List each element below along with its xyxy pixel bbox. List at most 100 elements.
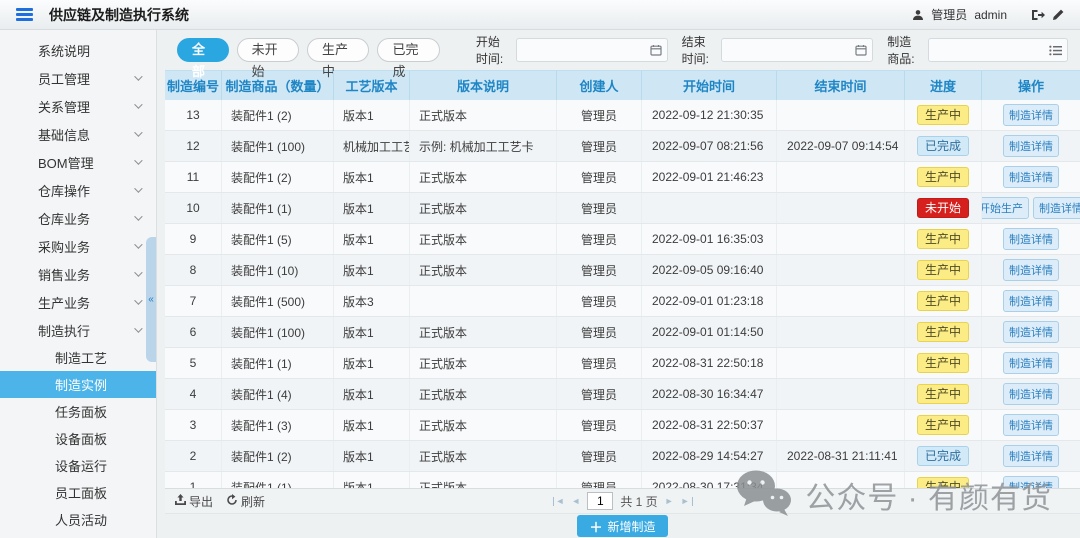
cell-code: 6: [165, 317, 222, 347]
manufacture-detail-button[interactable]: 制造详情: [1003, 383, 1059, 405]
calendar-icon[interactable]: [650, 44, 662, 56]
product-label: 制造商品:: [887, 33, 922, 67]
logout-icon[interactable]: [1031, 9, 1045, 21]
sidebar-item[interactable]: 制造执行: [0, 316, 156, 344]
manufacture-detail-button[interactable]: 制造详情: [1003, 321, 1059, 343]
chevron-down-icon: [134, 324, 142, 332]
product-input[interactable]: [929, 39, 1049, 61]
column-header-version[interactable]: 工艺版本: [334, 71, 410, 100]
table-row: 5装配件1 (1)版本1正式版本管理员2022-08-31 22:50:18生产…: [165, 348, 1080, 379]
sidebar-collapse-handle[interactable]: «: [146, 237, 156, 362]
column-header-start_time[interactable]: 开始时间: [642, 71, 777, 100]
status-badge: 生产中: [917, 384, 969, 404]
cell-status: 未开始: [905, 193, 982, 223]
column-header-code[interactable]: 制造编号: [165, 71, 222, 100]
column-header-version_desc[interactable]: 版本说明: [410, 71, 557, 100]
start-production-button[interactable]: 开始生产: [982, 197, 1029, 219]
status-badge: 生产中: [917, 477, 969, 488]
cell-actions: 制造详情: [982, 100, 1080, 130]
calendar-icon[interactable]: [855, 44, 867, 56]
sidebar-subitem[interactable]: 制造实例: [0, 371, 156, 398]
page-total-label: 共 1 页: [620, 493, 657, 510]
table-row: 8装配件1 (10)版本1正式版本管理员2022-09-05 09:16:40生…: [165, 255, 1080, 286]
list-icon[interactable]: [1049, 45, 1062, 56]
add-manufacture-button[interactable]: ＋ 新增制造: [577, 515, 667, 537]
sidebar-subitem[interactable]: 设备运行: [0, 452, 156, 479]
cell-creator: 管理员: [557, 131, 642, 161]
last-page-button[interactable]: ►: [681, 497, 693, 506]
sidebar-subitem[interactable]: 制造工艺: [0, 344, 156, 371]
sidebar-item[interactable]: 员工管理: [0, 64, 156, 92]
manufacture-detail-button[interactable]: 制造详情: [1003, 476, 1059, 488]
cell-start_time: 2022-09-05 09:16:40: [642, 255, 777, 285]
user-role: 管理员: [931, 6, 967, 23]
cell-status: 生产中: [905, 410, 982, 440]
cell-product: 装配件1 (2): [222, 162, 334, 192]
cell-end_time: [777, 286, 905, 316]
manufacture-detail-button[interactable]: 制造详情: [1003, 104, 1059, 126]
sidebar-item[interactable]: 采购业务: [0, 232, 156, 260]
sidebar-item[interactable]: 销售业务: [0, 260, 156, 288]
export-button[interactable]: 导出: [175, 493, 213, 510]
manufacture-detail-button[interactable]: 制造详情: [1003, 414, 1059, 436]
sidebar-item[interactable]: BOM管理: [0, 148, 156, 176]
cell-creator: 管理员: [557, 162, 642, 192]
status-badge: 未开始: [917, 198, 969, 218]
filter-tab[interactable]: 未开始: [237, 38, 299, 62]
menu-icon[interactable]: [16, 8, 33, 21]
sidebar-item[interactable]: 关系管理: [0, 92, 156, 120]
manufacture-detail-button[interactable]: 制造详情: [1003, 228, 1059, 250]
manufacture-detail-button[interactable]: 制造详情: [1003, 290, 1059, 312]
cell-end_time: [777, 193, 905, 223]
sidebar-subitem[interactable]: 员工面板: [0, 479, 156, 506]
cell-version_desc: 正式版本: [410, 348, 557, 378]
cell-creator: 管理员: [557, 317, 642, 347]
chevron-down-icon: [134, 268, 142, 276]
column-header-status[interactable]: 进度: [905, 71, 982, 100]
cell-version_desc: 示例: 机械加工工艺卡: [410, 131, 557, 161]
column-header-creator[interactable]: 创建人: [557, 71, 642, 100]
sidebar-item[interactable]: 仓库操作: [0, 176, 156, 204]
cell-product: 装配件1 (2): [222, 100, 334, 130]
column-header-actions[interactable]: 操作: [982, 71, 1080, 100]
sidebar-item[interactable]: 生产业务: [0, 288, 156, 316]
column-header-product[interactable]: 制造商品（数量）: [222, 71, 334, 100]
first-page-button[interactable]: ◄: [552, 497, 564, 506]
manufacture-detail-button[interactable]: 制造详情: [1003, 445, 1059, 467]
column-header-end_time[interactable]: 结束时间: [777, 71, 905, 100]
cell-creator: 管理员: [557, 379, 642, 409]
refresh-button[interactable]: 刷新: [226, 493, 265, 510]
filter-tab[interactable]: 全部: [177, 38, 229, 62]
cell-start_time: 2022-08-30 17:31:34: [642, 472, 777, 488]
end-time-field: 结束时间:: [682, 33, 874, 67]
sidebar-subitem[interactable]: 设备面板: [0, 425, 156, 452]
cell-version_desc: 正式版本: [410, 162, 557, 192]
edit-icon[interactable]: [1052, 9, 1064, 21]
manufacture-detail-button[interactable]: 制造详情: [1033, 197, 1080, 219]
manufacture-detail-button[interactable]: 制造详情: [1003, 352, 1059, 374]
sidebar-item[interactable]: 仓库业务: [0, 204, 156, 232]
manufacture-detail-button[interactable]: 制造详情: [1003, 166, 1059, 188]
manufacture-detail-button[interactable]: 制造详情: [1003, 259, 1059, 281]
cell-version_desc: 正式版本: [410, 410, 557, 440]
cell-product: 装配件1 (1): [222, 472, 334, 488]
page-input[interactable]: [587, 492, 613, 510]
next-page-button[interactable]: ►: [665, 497, 674, 506]
prev-page-button[interactable]: ◄: [571, 497, 580, 506]
sidebar-item[interactable]: 系统说明: [0, 36, 156, 64]
cell-version_desc: [410, 286, 557, 316]
end-time-input[interactable]: [722, 39, 855, 61]
cell-end_time: [777, 379, 905, 409]
manufacture-detail-button[interactable]: 制造详情: [1003, 135, 1059, 157]
cell-creator: 管理员: [557, 100, 642, 130]
sidebar-subitem[interactable]: 任务面板: [0, 398, 156, 425]
sidebar-item[interactable]: 基础信息: [0, 120, 156, 148]
cell-status: 生产中: [905, 255, 982, 285]
filter-tab[interactable]: 已完成: [377, 38, 439, 62]
plus-icon: ＋: [589, 517, 602, 536]
start-time-input[interactable]: [517, 39, 650, 61]
cell-product: 装配件1 (100): [222, 131, 334, 161]
table-row: 1装配件1 (1)版本1正式版本管理员2022-08-30 17:31:34生产…: [165, 472, 1080, 488]
sidebar-subitem[interactable]: 人员活动: [0, 506, 156, 533]
filter-tab[interactable]: 生产中: [307, 38, 369, 62]
